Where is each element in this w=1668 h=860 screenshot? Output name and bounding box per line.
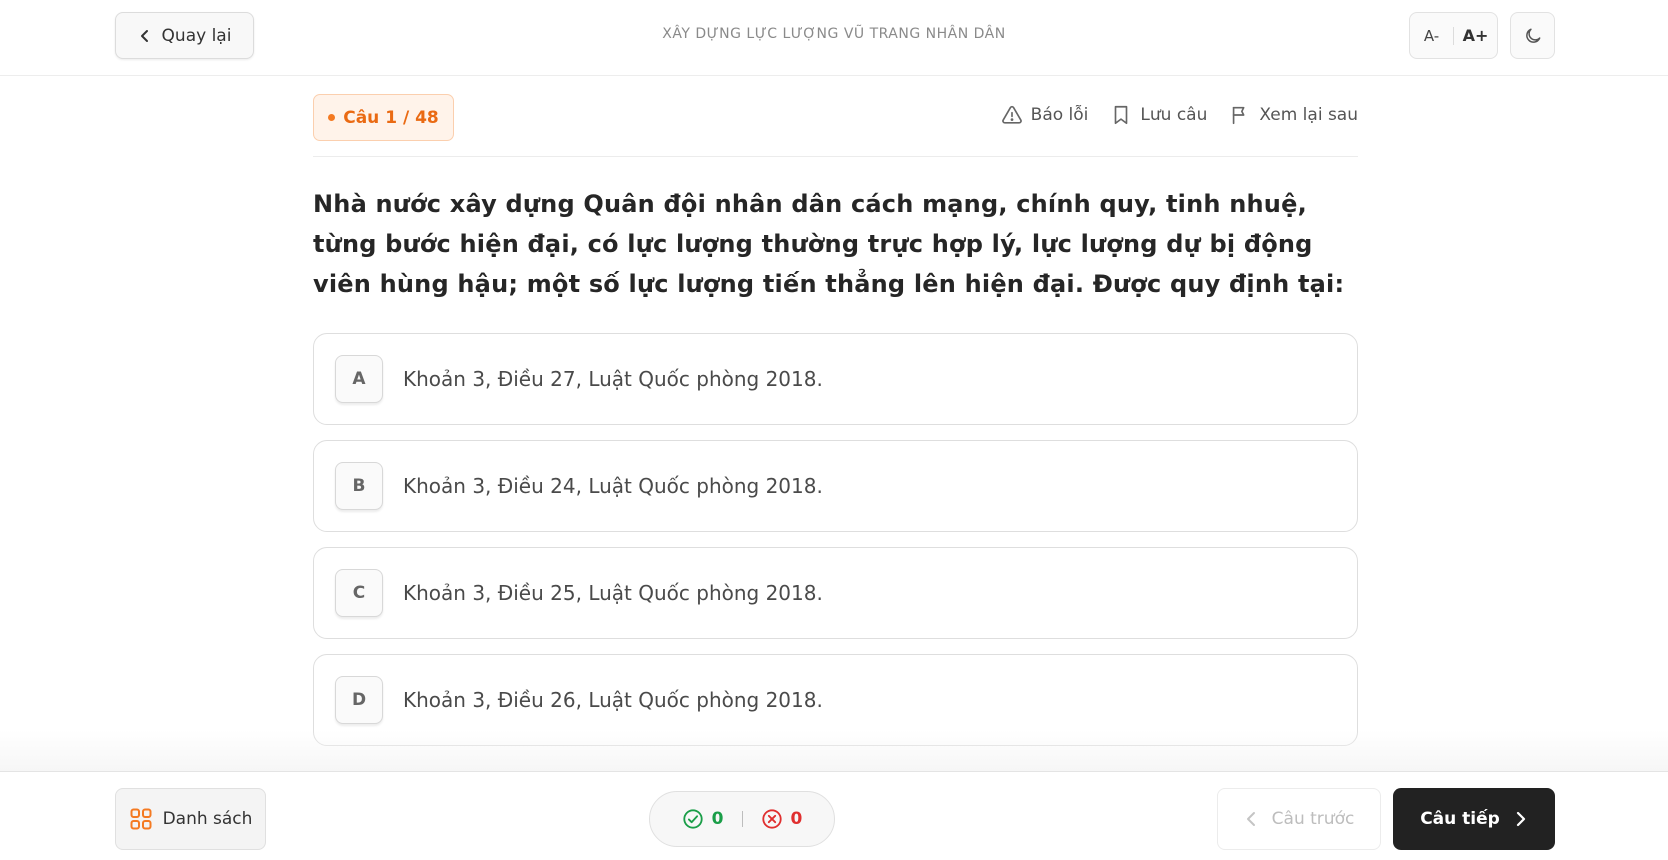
font-decrease-button[interactable]: A- — [1410, 27, 1453, 45]
moon-icon — [1525, 28, 1540, 43]
font-increase-button[interactable]: A+ — [1454, 26, 1497, 45]
next-question-button[interactable]: Câu tiếp — [1393, 788, 1555, 850]
save-question-label: Lưu câu — [1140, 105, 1208, 125]
option-a[interactable]: A Khoản 3, Điều 27, Luật Quốc phòng 2018… — [313, 333, 1358, 425]
option-text: Khoản 3, Điều 26, Luật Quốc phòng 2018. — [403, 688, 823, 712]
wrong-count: 0 — [790, 809, 803, 829]
bookmark-icon — [1115, 105, 1128, 125]
report-error-button[interactable]: Báo lỗi — [1001, 104, 1089, 126]
score-indicator: 0 0 — [649, 791, 835, 847]
status-dot — [328, 114, 336, 121]
review-later-label: Xem lại sau — [1259, 105, 1358, 125]
option-letter: D — [335, 676, 383, 724]
option-text: Khoản 3, Điều 27, Luật Quốc phòng 2018. — [403, 367, 823, 391]
meta-divider — [313, 156, 1358, 157]
flag-icon — [1233, 106, 1245, 125]
x-circle-icon — [761, 809, 782, 829]
option-letter: A — [335, 355, 383, 403]
score-divider — [741, 811, 743, 827]
question-actions: Báo lỗi Lưu câu Xem lại sau — [1001, 104, 1358, 126]
font-size-control: A- A+ — [1409, 12, 1498, 59]
save-question-button[interactable]: Lưu câu — [1110, 104, 1207, 126]
question-text: Nhà nước xây dựng Quân đội nhân dân cách… — [313, 190, 1345, 298]
next-question-label: Câu tiếp — [1420, 809, 1500, 829]
check-circle-icon — [683, 809, 703, 829]
previous-question-button[interactable]: Câu trước — [1217, 788, 1381, 850]
correct-score: 0 — [682, 808, 724, 830]
footer-fade — [0, 730, 1668, 772]
chevron-right-icon — [1516, 811, 1525, 827]
option-letter: C — [335, 569, 383, 617]
question-counter: Câu 1 / 48 — [343, 107, 439, 128]
top-header: Quay lại XÂY DỰNG LỰC LƯỢNG VŨ TRANG NHÂ… — [0, 0, 1668, 76]
wrong-score: 0 — [761, 808, 803, 830]
option-b[interactable]: B Khoản 3, Điều 24, Luật Quốc phòng 2018… — [313, 440, 1358, 532]
option-text: Khoản 3, Điều 25, Luật Quốc phòng 2018. — [403, 581, 823, 605]
theme-toggle-button[interactable] — [1510, 12, 1555, 59]
question-counter-badge: Câu 1 / 48 — [313, 94, 454, 141]
warning-icon — [1001, 105, 1022, 124]
option-letter: B — [335, 462, 383, 510]
option-c[interactable]: C Khoản 3, Điều 25, Luật Quốc phòng 2018… — [313, 547, 1358, 639]
chevron-left-icon — [1246, 812, 1255, 826]
option-text: Khoản 3, Điều 24, Luật Quốc phòng 2018. — [403, 474, 823, 498]
bottom-bar: Danh sách 0 0 Câu trước Câu tiếp — [0, 771, 1668, 860]
question-list-button[interactable]: Danh sách — [115, 788, 266, 850]
question-list-label: Danh sách — [162, 809, 253, 829]
grid-icon — [130, 808, 152, 830]
previous-question-label: Câu trước — [1271, 809, 1355, 829]
report-error-label: Báo lỗi — [1030, 105, 1089, 125]
review-later-button[interactable]: Xem lại sau — [1229, 104, 1358, 126]
correct-count: 0 — [711, 809, 724, 829]
